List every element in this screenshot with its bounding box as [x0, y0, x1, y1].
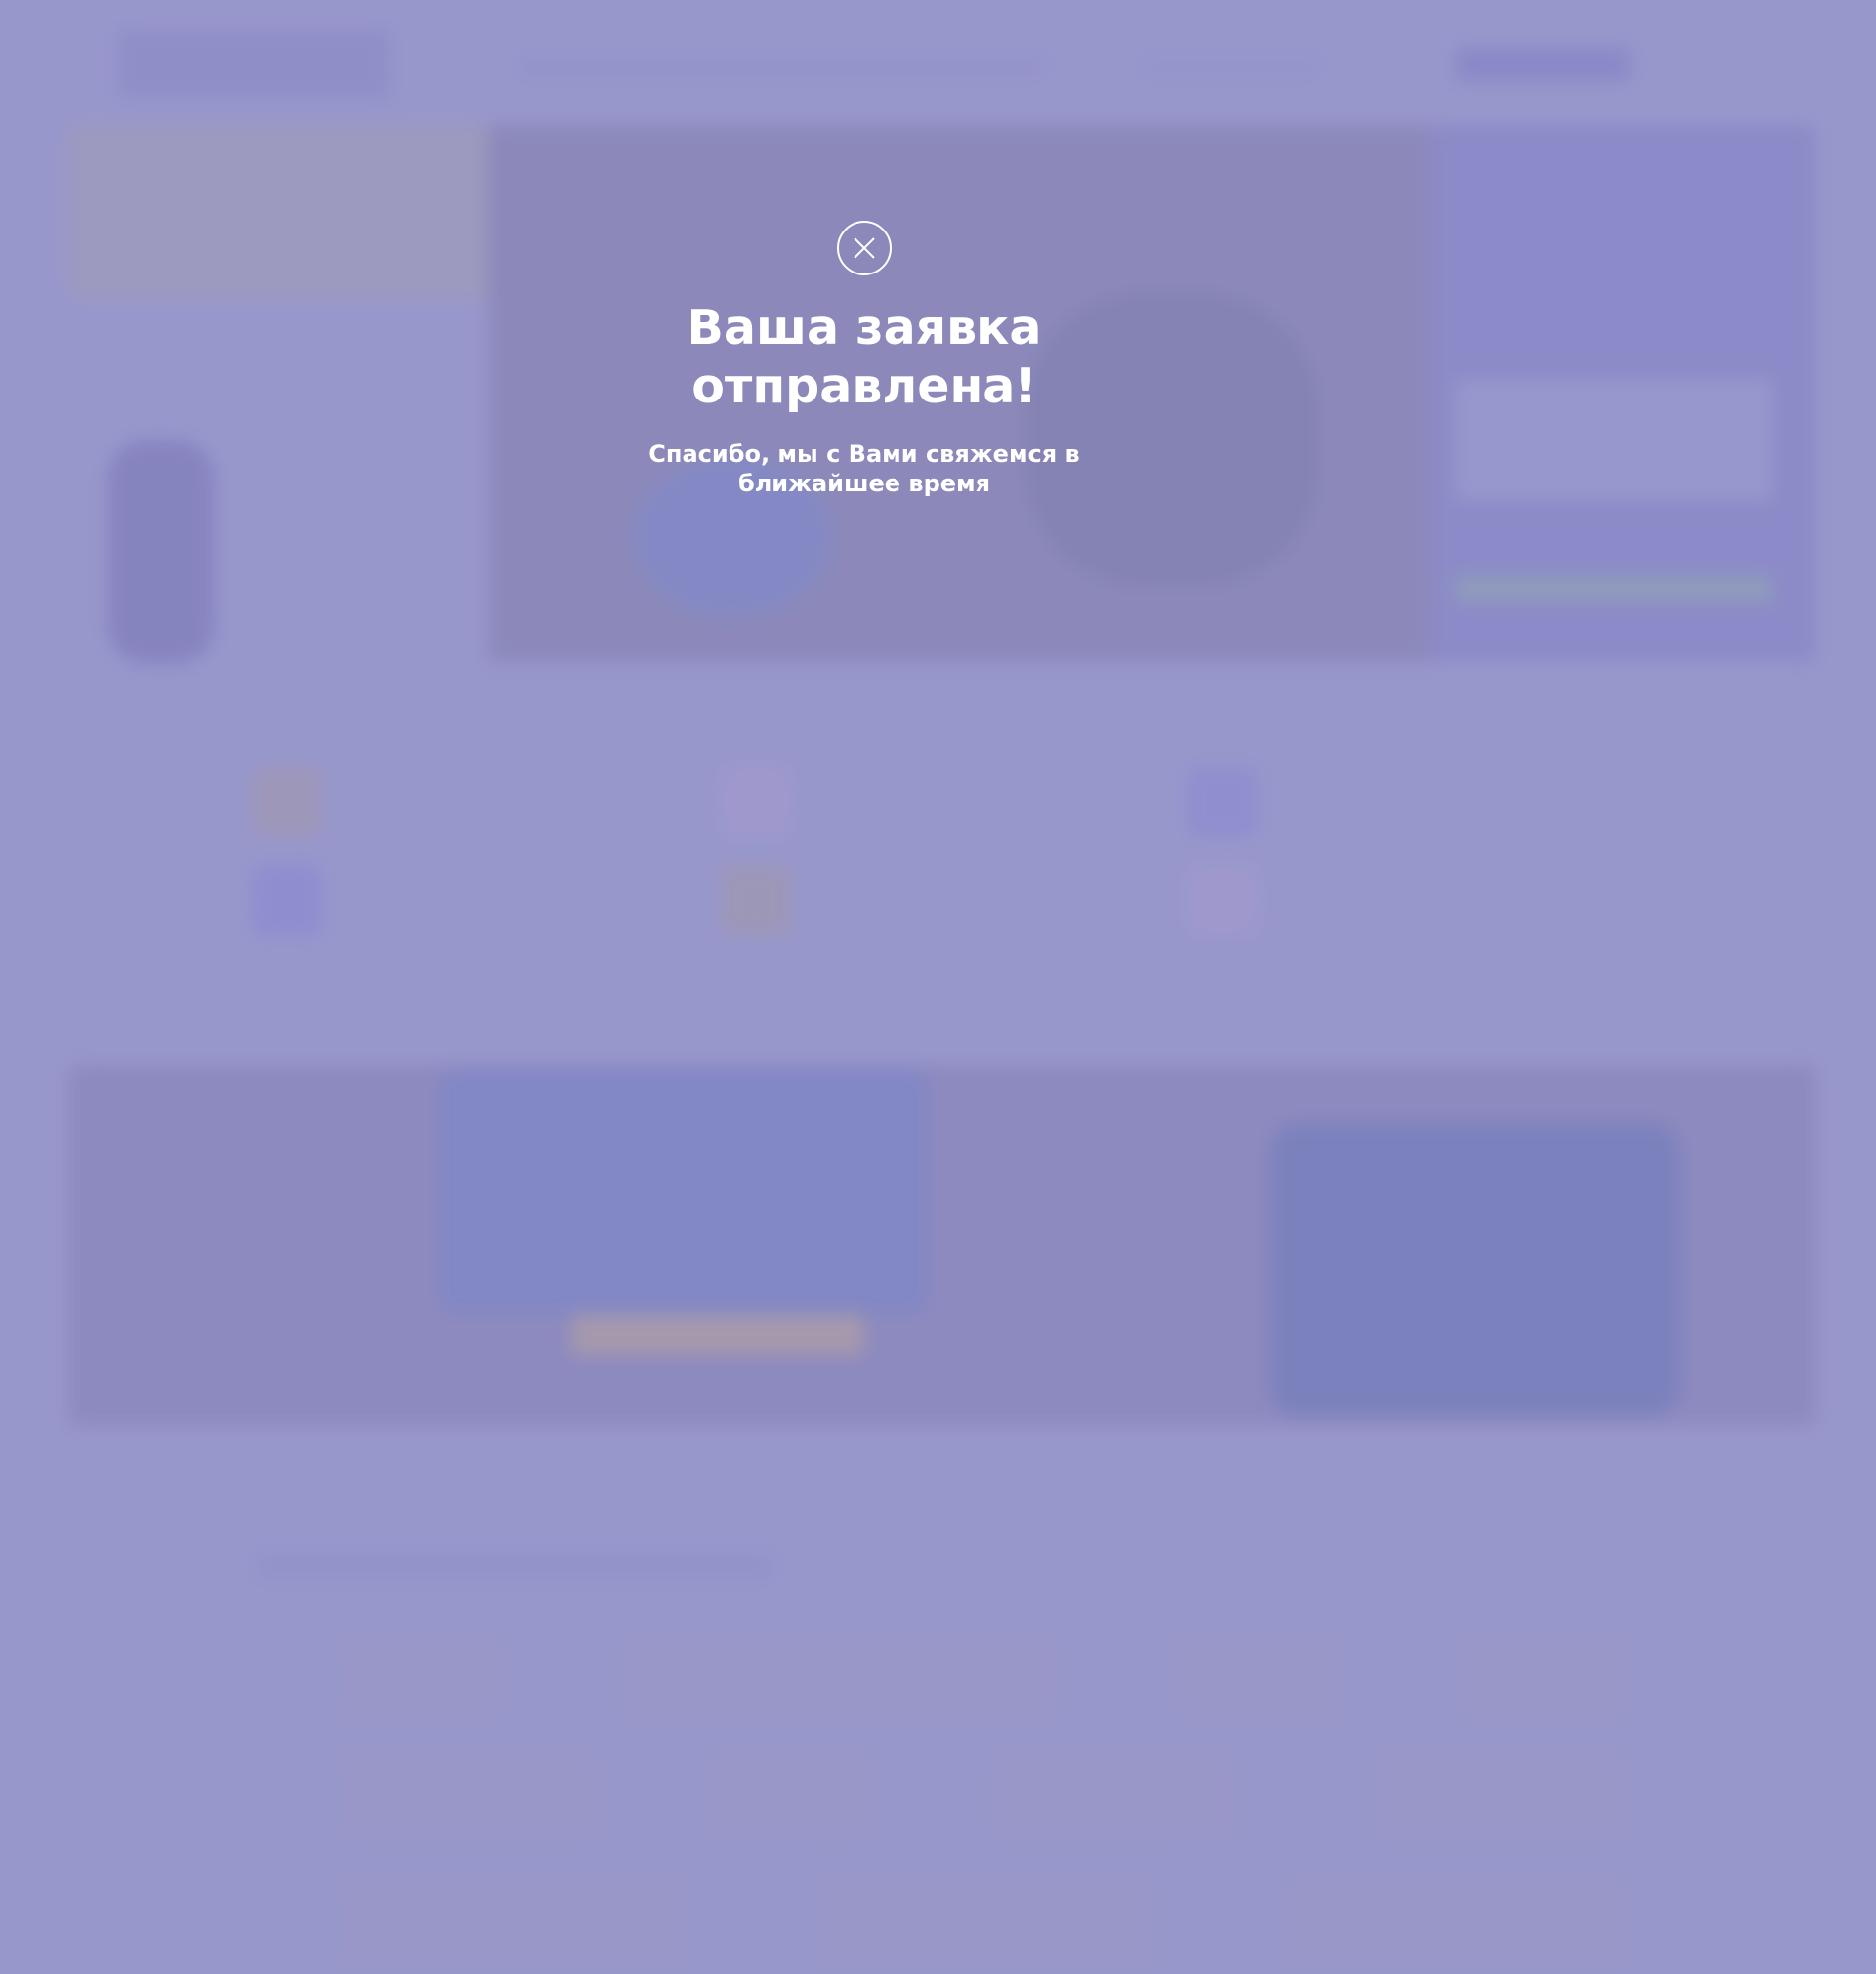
modal-title-line2: отправлена!: [691, 358, 1037, 414]
close-icon: [854, 237, 875, 259]
success-modal: Ваша заявка отправлена! Спасибо, мы с Ва…: [547, 221, 1182, 498]
close-button[interactable]: [837, 221, 892, 275]
modal-title: Ваша заявка отправлена!: [547, 299, 1182, 416]
modal-title-line1: Ваша заявка: [687, 300, 1042, 356]
modal-subtitle: Спасибо, мы с Вами свяжемся в ближайшее …: [648, 441, 1080, 497]
